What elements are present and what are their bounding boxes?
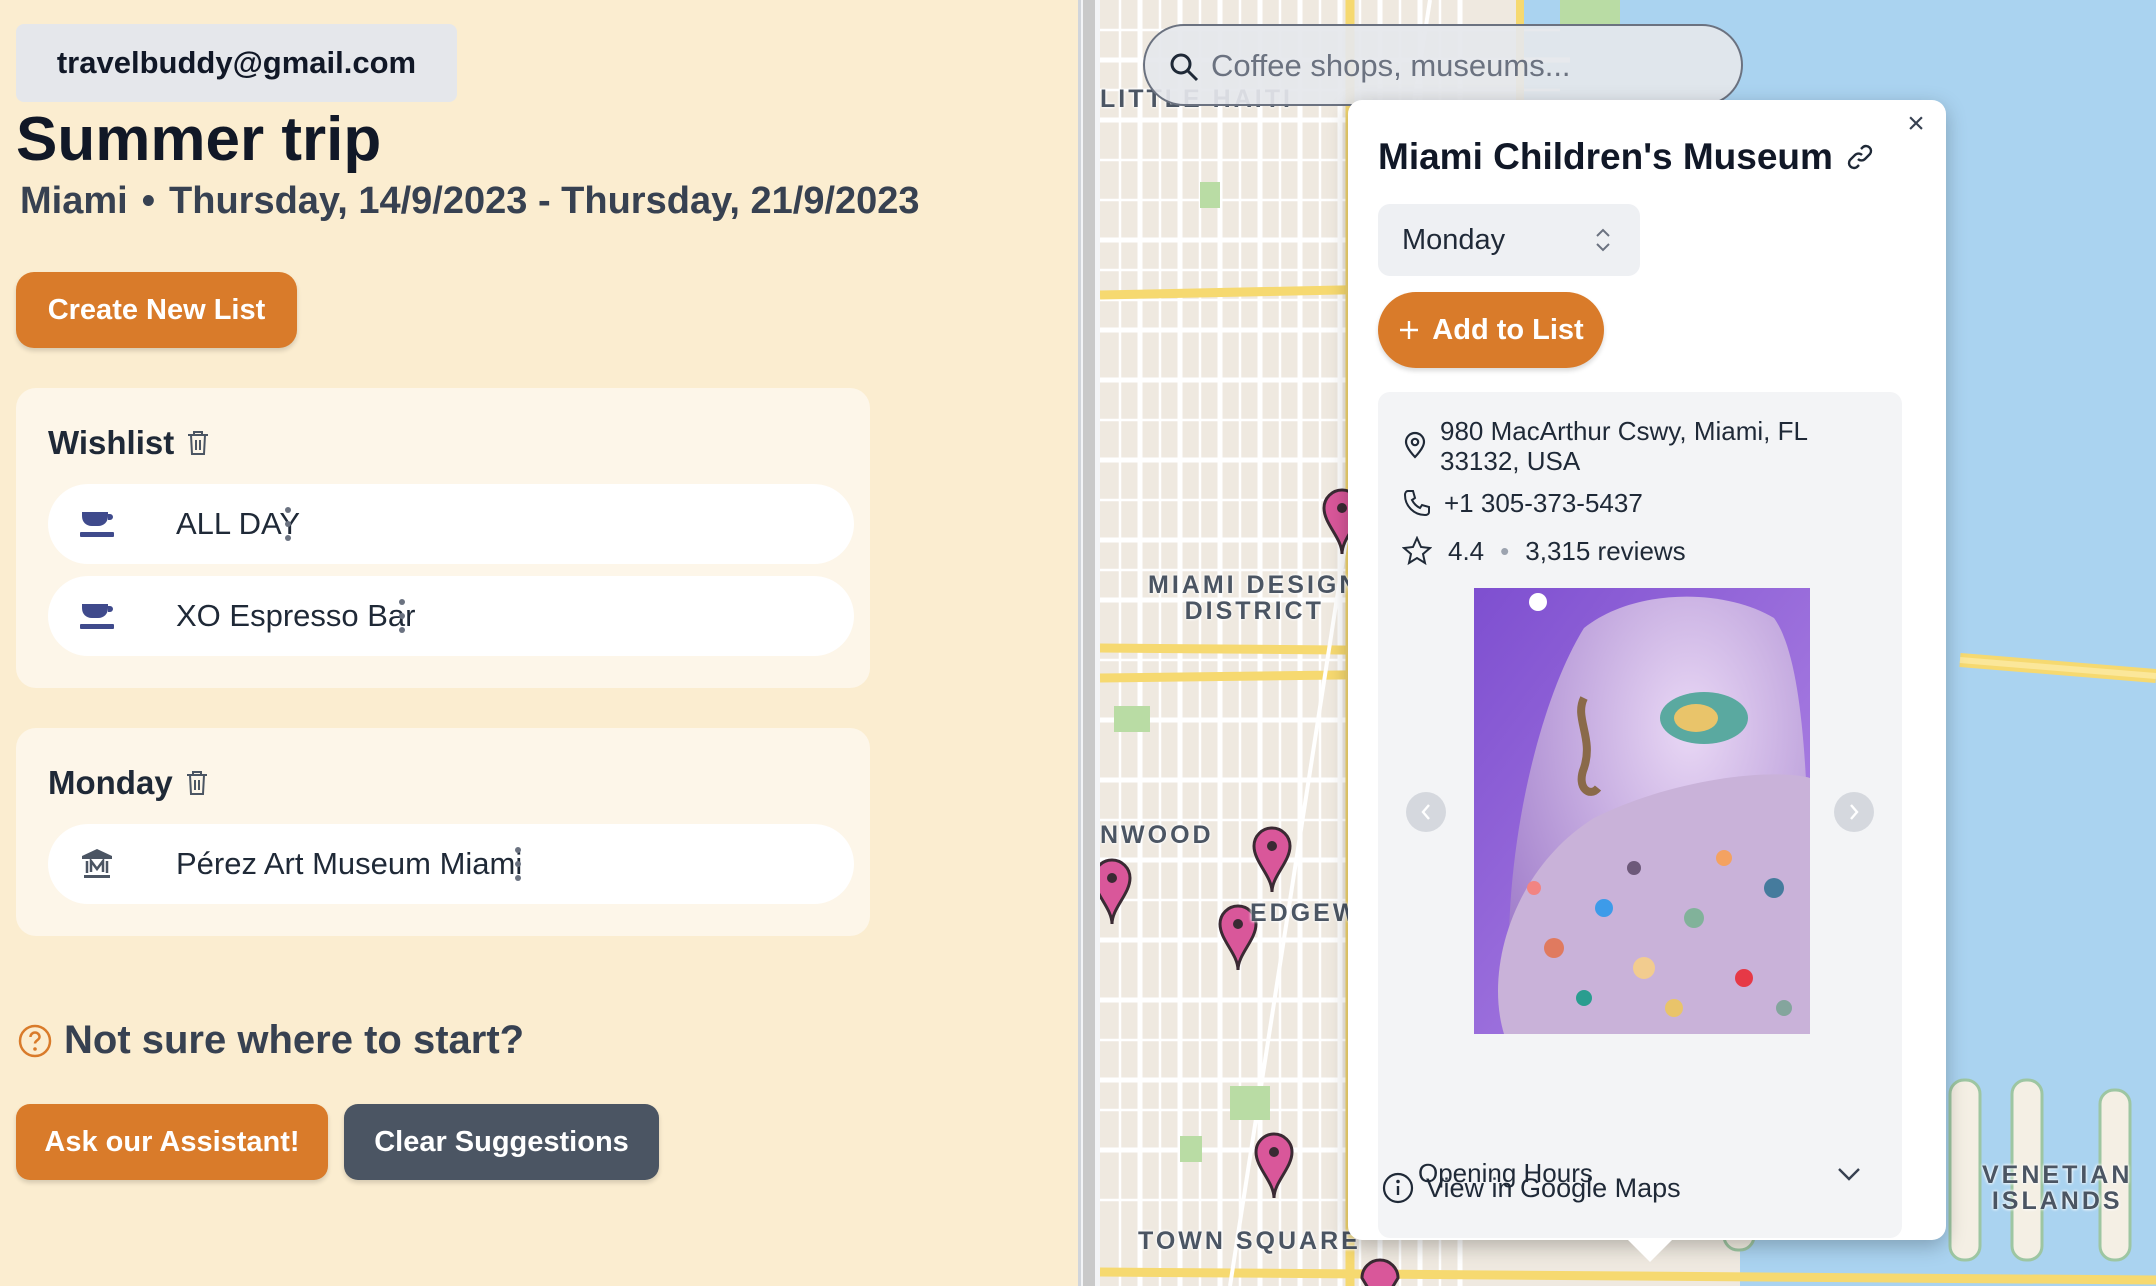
- map-pin-icon[interactable]: [1360, 1258, 1400, 1286]
- chevron-left-icon: [1421, 804, 1430, 820]
- place-details-card: 980 MacArthur Cswy, Miami, FL 33132, USA…: [1378, 392, 1902, 1238]
- chevron-down-icon[interactable]: [1836, 1166, 1862, 1182]
- ask-assistant-button[interactable]: Ask our Assistant!: [16, 1104, 328, 1180]
- map-label-edgewater: EDGEW: [1250, 899, 1360, 927]
- map-label-line: VENETIAN: [1982, 1161, 2133, 1189]
- phone-row: +1 305-373-5437: [1402, 488, 1643, 519]
- star-icon: [1402, 536, 1432, 566]
- suggestions-prompt: Not sure where to start?: [18, 1018, 524, 1063]
- kebab-menu-icon[interactable]: [398, 599, 406, 633]
- museum-icon: [82, 849, 112, 878]
- place-photo: [1474, 588, 1810, 1034]
- rating-row: 4.4 • 3,315 reviews: [1402, 536, 1686, 567]
- photo-next-button[interactable]: [1834, 792, 1874, 832]
- panel-resize-handle[interactable]: [1078, 0, 1100, 1286]
- list-card-monday: Monday Pérez Art Museum Miami: [16, 728, 870, 936]
- list-item[interactable]: ALL DAY: [48, 484, 854, 564]
- map-label-venetian-islands: VENETIAN ISLANDS: [1982, 1162, 2132, 1214]
- place-info-popup: × Miami Children's Museum Monday Add to …: [1348, 100, 1946, 1262]
- add-to-list-label: Add to List: [1432, 313, 1584, 346]
- map-search-box: [1143, 24, 1743, 106]
- add-to-list-button[interactable]: Add to List: [1378, 292, 1604, 368]
- kebab-menu-icon[interactable]: [284, 507, 292, 541]
- info-icon: [1382, 1172, 1414, 1204]
- address-row: 980 MacArthur Cswy, Miami, FL 33132, USA: [1402, 416, 1862, 476]
- map-label-wynwood: NWOOD: [1100, 821, 1214, 849]
- trash-icon[interactable]: [186, 429, 210, 457]
- list-header: Wishlist: [48, 424, 210, 462]
- phone-text[interactable]: +1 305-373-5437: [1444, 488, 1643, 519]
- search-input[interactable]: [1211, 38, 1711, 94]
- close-icon[interactable]: ×: [1898, 106, 1934, 142]
- coffee-icon: [80, 604, 114, 629]
- photo-prev-button[interactable]: [1406, 792, 1446, 832]
- chevron-up-down-icon: [1596, 228, 1610, 252]
- trip-city: Miami: [20, 180, 128, 222]
- day-select[interactable]: Monday: [1378, 204, 1640, 276]
- prompt-text: Not sure where to start?: [64, 1018, 525, 1062]
- chevron-right-icon: [1850, 804, 1859, 820]
- rating-value: 4.4: [1448, 536, 1485, 566]
- map-label-line: MIAMI DESIGN: [1148, 571, 1361, 599]
- phone-icon: [1403, 490, 1430, 517]
- place-name: Miami Children's Museum: [1378, 136, 1833, 177]
- trash-icon[interactable]: [185, 769, 209, 797]
- museum-mosaic-image: [1474, 588, 1810, 1034]
- trip-panel: travelbuddy@gmail.com Summer trip Miami •…: [0, 0, 1078, 1286]
- google-maps-label: View in Google Maps: [1426, 1172, 1681, 1203]
- list-header: Monday: [48, 764, 209, 802]
- plus-icon: [1400, 321, 1419, 339]
- trip-subtitle: Miami • Thursday, 14/9/2023 - Thursday, 21…: [20, 180, 920, 223]
- list-name: Wishlist: [48, 424, 175, 461]
- selected-day: Monday: [1402, 223, 1506, 256]
- list-item-label: XO Espresso Bar: [176, 598, 416, 633]
- map-label-town-square: TOWN SQUARE: [1138, 1227, 1361, 1255]
- user-email-badge[interactable]: travelbuddy@gmail.com: [16, 24, 457, 102]
- list-card-wishlist: Wishlist ALL DAY XO Espresso Bar: [16, 388, 870, 688]
- place-title: Miami Children's Museum: [1378, 136, 1875, 178]
- list-item-label: ALL DAY: [176, 506, 301, 541]
- create-new-list-button[interactable]: Create New List: [16, 272, 297, 348]
- list-name: Monday: [48, 764, 173, 801]
- list-item[interactable]: XO Espresso Bar: [48, 576, 854, 656]
- trip-title: Summer trip: [16, 105, 382, 174]
- map-label-line: ISLANDS: [1991, 1187, 2123, 1215]
- search-icon: [1170, 53, 1199, 82]
- list-item-label: Pérez Art Museum Miami: [176, 846, 523, 881]
- coffee-icon: [80, 512, 114, 537]
- rating-separator-dot: •: [1500, 536, 1510, 566]
- review-count: 3,315 reviews: [1525, 536, 1686, 566]
- view-in-google-maps-link[interactable]: View in Google Maps: [1382, 1172, 1681, 1204]
- map-label-line: DISTRICT: [1184, 597, 1324, 625]
- map-label-design-district: MIAMI DESIGN DISTRICT: [1148, 572, 1360, 624]
- location-pin-icon: [1404, 431, 1426, 459]
- clear-suggestions-button[interactable]: Clear Suggestions: [344, 1104, 659, 1180]
- kebab-menu-icon[interactable]: [514, 847, 522, 881]
- question-circle-icon: [18, 1024, 52, 1057]
- separator-dot: •: [141, 180, 156, 222]
- address-text: 980 MacArthur Cswy, Miami, FL 33132, USA: [1440, 416, 1807, 476]
- trip-dates: Thursday, 14/9/2023 - Thursday, 21/9/202…: [169, 180, 920, 222]
- link-icon[interactable]: [1845, 142, 1875, 172]
- list-item[interactable]: Pérez Art Museum Miami: [48, 824, 854, 904]
